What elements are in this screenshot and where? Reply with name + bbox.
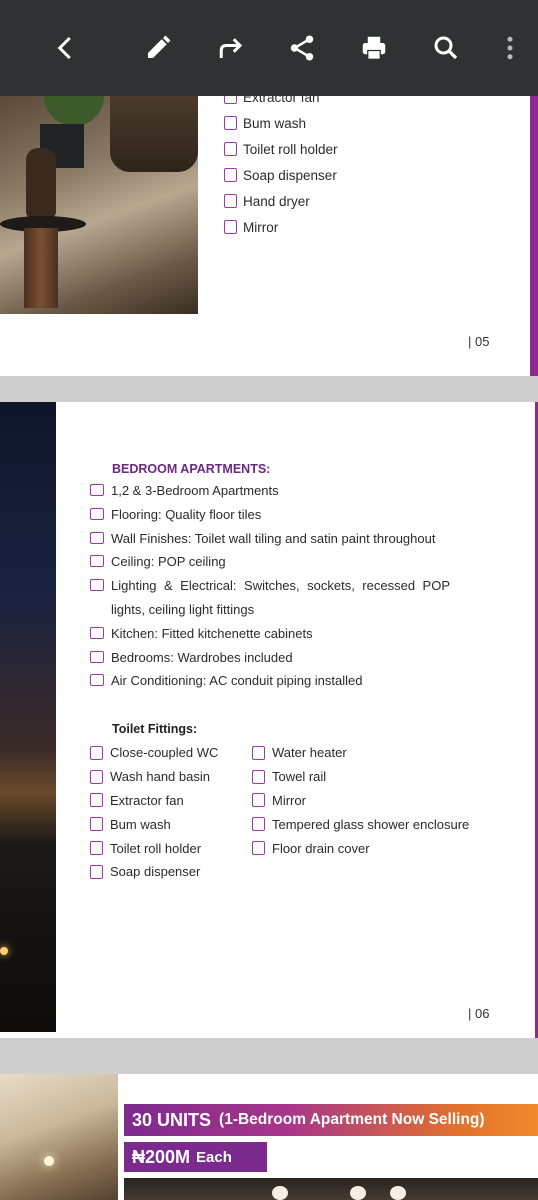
night-exterior-photo bbox=[0, 402, 56, 1032]
list-item: Toilet roll holder bbox=[224, 136, 338, 162]
list-item: Flooring: Quality floor tiles bbox=[90, 503, 450, 527]
list-item: Air Conditioning: AC conduit piping inst… bbox=[90, 669, 450, 693]
list-item: Water heater bbox=[252, 741, 469, 765]
mirror-icon bbox=[224, 220, 237, 234]
share-button[interactable] bbox=[282, 28, 322, 68]
extractor-fan-icon bbox=[224, 96, 237, 104]
list-item: Soap dispenser bbox=[90, 860, 218, 884]
list-item: Tempered glass shower enclosure bbox=[252, 812, 469, 836]
page-number: | 06 bbox=[468, 1006, 490, 1021]
soap-dispenser-icon bbox=[224, 168, 237, 182]
price-suffix: Each bbox=[196, 1148, 232, 1166]
list-item: Towel rail bbox=[252, 765, 469, 789]
price-value: ₦200M bbox=[132, 1146, 191, 1167]
basin-icon bbox=[90, 769, 103, 784]
units-note: (1-Bedroom Apartment Now Selling) bbox=[219, 1111, 485, 1128]
price-banner: ₦200M Each bbox=[124, 1142, 267, 1172]
list-item: Bum wash bbox=[224, 110, 338, 136]
list-item: Lighting & Electrical: Switches, sockets… bbox=[90, 574, 450, 622]
back-icon bbox=[57, 36, 71, 60]
shower-enclosure-icon bbox=[252, 817, 265, 832]
floor-drain-icon bbox=[252, 841, 265, 856]
forward-icon bbox=[219, 38, 243, 58]
toilet-fittings-list: Extractor fan Bum wash Toilet roll holde… bbox=[224, 96, 338, 240]
toilet-roll-icon bbox=[224, 142, 237, 156]
toilet-fittings-right: Water heater Towel rail Mirror Tempered … bbox=[252, 741, 469, 860]
list-item: 1,2 & 3-Bedroom Apartments bbox=[90, 479, 450, 503]
print-icon bbox=[362, 36, 386, 60]
list-item: Bum wash bbox=[90, 812, 218, 836]
toilet-roll-icon bbox=[90, 841, 103, 856]
list-item: Wall Finishes: Toilet wall tiling and sa… bbox=[90, 527, 450, 551]
forward-button[interactable] bbox=[210, 28, 250, 68]
list-item: Hand dryer bbox=[224, 188, 338, 214]
toilet-icon bbox=[90, 745, 103, 760]
print-button[interactable] bbox=[354, 28, 394, 68]
list-item: Kitchen: Fitted kitchenette cabinets bbox=[90, 622, 450, 646]
kitchen-icon bbox=[90, 626, 104, 639]
page-06: BEDROOM APARTMENTS: 1,2 & 3-Bedroom Apar… bbox=[0, 402, 538, 1038]
lobby-photo bbox=[0, 96, 198, 314]
interior-photo bbox=[124, 1178, 538, 1200]
list-item: Close-coupled WC bbox=[90, 741, 218, 765]
share-icon bbox=[290, 35, 314, 61]
list-item: Floor drain cover bbox=[252, 836, 469, 860]
air-conditioner-icon bbox=[90, 674, 104, 687]
pdf-toolbar bbox=[0, 0, 538, 96]
page-07: 30 UNITS (1-Bedroom Apartment Now Sellin… bbox=[0, 1074, 538, 1200]
edit-icon bbox=[148, 35, 171, 58]
wall-tiles-icon bbox=[90, 531, 104, 544]
list-item: Bedrooms: Wardrobes included bbox=[90, 646, 450, 670]
ceiling-interior-photo bbox=[0, 1074, 118, 1200]
units-banner: 30 UNITS (1-Bedroom Apartment Now Sellin… bbox=[124, 1104, 538, 1136]
units-count: 30 UNITS bbox=[132, 1109, 212, 1130]
list-item: Mirror bbox=[252, 789, 469, 813]
list-item: Soap dispenser bbox=[224, 162, 338, 188]
search-icon bbox=[434, 36, 458, 60]
back-button[interactable] bbox=[46, 28, 86, 68]
soap-dispenser-icon bbox=[90, 864, 103, 879]
list-item: Ceiling: POP ceiling bbox=[90, 550, 450, 574]
towel-rail-icon bbox=[252, 769, 265, 784]
toilet-fittings-title: Toilet Fittings: bbox=[112, 722, 198, 736]
bedroom-features-list: 1,2 & 3-Bedroom Apartments Flooring: Qua… bbox=[90, 479, 450, 693]
page-number: | 05 bbox=[468, 334, 490, 349]
search-button[interactable] bbox=[426, 28, 466, 68]
bed-icon bbox=[90, 484, 104, 496]
list-item: Mirror bbox=[224, 214, 338, 240]
page-accent-bar bbox=[530, 96, 538, 376]
bum-wash-icon bbox=[90, 817, 103, 832]
list-item: Extractor fan bbox=[224, 96, 338, 110]
edit-button[interactable] bbox=[138, 28, 178, 68]
floor-tiles-icon bbox=[90, 507, 104, 520]
hand-dryer-icon bbox=[224, 194, 237, 208]
ceiling-icon bbox=[90, 555, 104, 568]
page-05: Extractor fan Bum wash Toilet roll holde… bbox=[0, 96, 538, 376]
toilet-fittings-left: Close-coupled WC Wash hand basin Extract… bbox=[90, 741, 218, 884]
more-icon bbox=[507, 36, 513, 60]
mirror-icon bbox=[252, 793, 265, 808]
wardrobe-icon bbox=[90, 650, 104, 663]
document-viewer[interactable]: Extractor fan Bum wash Toilet roll holde… bbox=[0, 96, 538, 1200]
list-item: Extractor fan bbox=[90, 789, 218, 813]
list-item: Toilet roll holder bbox=[90, 836, 218, 860]
extractor-fan-icon bbox=[90, 793, 103, 808]
water-heater-icon bbox=[252, 745, 265, 760]
lighting-icon bbox=[90, 579, 104, 592]
more-options-button[interactable] bbox=[490, 28, 530, 68]
section-title: BEDROOM APARTMENTS: bbox=[112, 462, 271, 476]
bum-wash-icon bbox=[224, 116, 237, 130]
list-item: Wash hand basin bbox=[90, 765, 218, 789]
